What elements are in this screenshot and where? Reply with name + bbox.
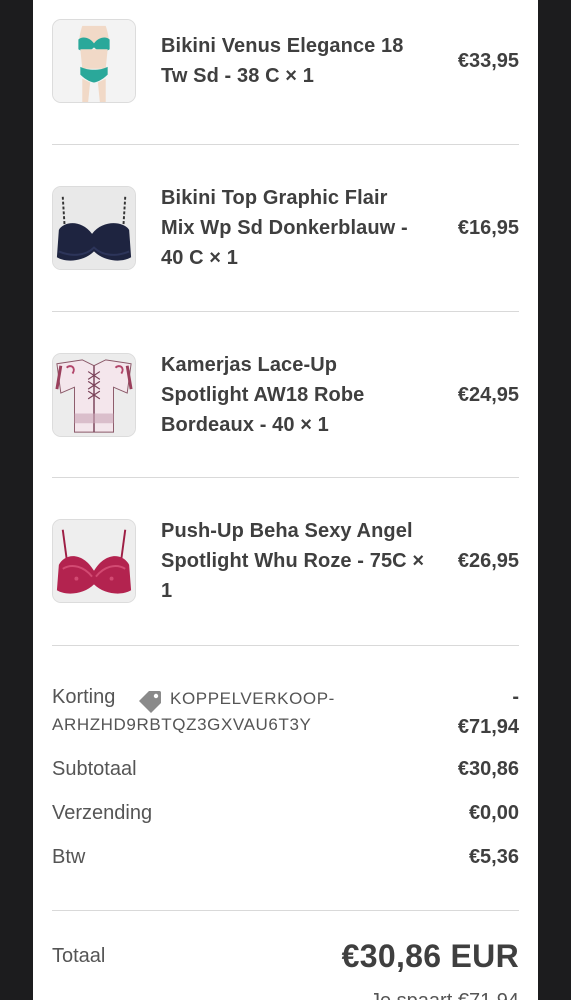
- shipping-row: Verzending €0,00: [52, 802, 519, 825]
- subtotal-row: Subtotaal €30,86: [52, 758, 519, 781]
- discount-code-continued: ARHZHD9RBTQZ3GXVAU6T3Y: [52, 715, 312, 734]
- discount-minus-sign: -: [512, 686, 519, 708]
- order-item: Kamerjas Lace-Up Spotlight AW18 Robe Bor…: [52, 312, 519, 478]
- tax-label: Btw: [52, 846, 86, 868]
- push-up-bra-photo-icon: [53, 520, 135, 602]
- tax-value: €5,36: [468, 846, 519, 868]
- item-name: Kamerjas Lace-Up Spotlight AW18 Robe Bor…: [161, 354, 365, 436]
- item-name: Bikini Top Graphic Flair Mix Wp Sd Donke…: [161, 187, 408, 269]
- item-price: €16,95: [457, 216, 519, 239]
- shipping-value: €0,00: [468, 802, 519, 824]
- item-price: €24,95: [457, 383, 519, 406]
- total-row: Totaal €30,86 EUR: [52, 938, 519, 975]
- divider: [52, 645, 519, 646]
- product-thumbnail: [52, 519, 136, 603]
- discount-label: Korting: [52, 686, 116, 708]
- total-value: €30,86 EUR: [341, 938, 519, 974]
- divider: [52, 910, 519, 911]
- bikini-photo-icon: [53, 20, 135, 102]
- shipping-label: Verzending: [52, 802, 153, 824]
- order-item: Bikini Venus Elegance 18 Tw Sd - 38 C × …: [52, 0, 519, 144]
- discount-amount: €71,94: [457, 716, 519, 738]
- tax-row: Btw €5,36: [52, 846, 519, 869]
- product-thumbnail: [52, 186, 136, 270]
- discount-row: Korting KOPPELVERKOOP- ARHZHD9RBTQZ3GXVA…: [52, 684, 519, 744]
- savings-text: Je spaart €71,94: [370, 990, 519, 1000]
- total-label: Totaal: [52, 945, 106, 967]
- bra-top-photo-icon: [53, 187, 135, 269]
- item-name: Push-Up Beha Sexy Angel Spotlight Whu Ro…: [161, 520, 425, 602]
- item-name: Bikini Venus Elegance 18 Tw Sd - 38 C × …: [161, 35, 404, 87]
- product-thumbnail: [52, 353, 136, 437]
- order-summary-panel: Bikini Venus Elegance 18 Tw Sd - 38 C × …: [33, 0, 538, 1000]
- subtotal-label: Subtotaal: [52, 758, 137, 780]
- subtotal-value: €30,86: [457, 758, 519, 780]
- robe-photo-icon: [53, 354, 135, 436]
- item-price: €26,95: [457, 549, 519, 572]
- tag-icon: [137, 689, 163, 713]
- order-item: Push-Up Beha Sexy Angel Spotlight Whu Ro…: [52, 478, 519, 644]
- discount-code: KOPPELVERKOOP-: [170, 689, 335, 708]
- item-price: €33,95: [457, 49, 519, 72]
- product-thumbnail: [52, 19, 136, 103]
- order-item: Bikini Top Graphic Flair Mix Wp Sd Donke…: [52, 145, 519, 311]
